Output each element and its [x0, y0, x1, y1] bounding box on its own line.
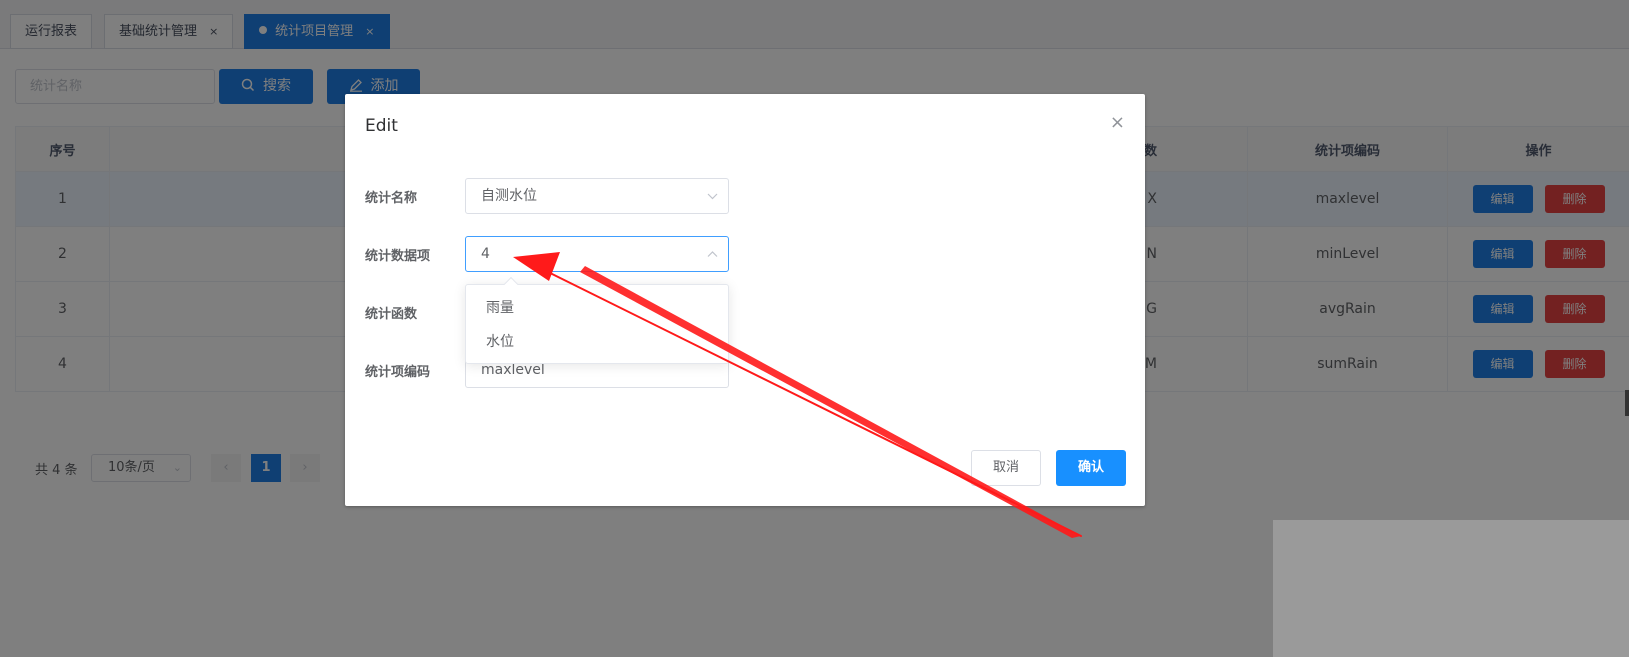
dropdown-option-rain[interactable]: 雨量 [466, 291, 728, 325]
cancel-button[interactable]: 取消 [971, 450, 1041, 486]
function-label: 统计函数 [365, 307, 418, 322]
name-label: 统计名称 [365, 191, 418, 206]
edit-dialog: Edit × 统计名称 自测水位 统计数据项 4 统计函数 统计项编码 maxl… [345, 94, 1145, 506]
app-root: 运行报表 基础统计管理 × 统计项目管理 × 统计名称 搜索 添加 序号 统计 … [0, 0, 1629, 657]
dropdown-option-water-level[interactable]: 水位 [466, 325, 728, 359]
chevron-down-icon [707, 179, 718, 227]
scroll-edge-marker [1625, 390, 1629, 416]
data-item-select[interactable]: 4 [465, 236, 729, 272]
close-icon[interactable]: × [1110, 112, 1125, 133]
code-label: 统计项编码 [365, 365, 431, 380]
name-select-value: 自测水位 [481, 188, 537, 204]
code-input-value: maxlevel [481, 362, 545, 378]
chevron-up-icon [707, 237, 718, 285]
data-item-dropdown: 雨量 水位 [465, 276, 729, 364]
dropdown-caret [503, 276, 519, 292]
confirm-button[interactable]: 确认 [1056, 450, 1126, 486]
dialog-title: Edit [365, 116, 398, 136]
name-select[interactable]: 自测水位 [465, 178, 729, 214]
data-item-label: 统计数据项 [365, 249, 431, 264]
data-item-select-value: 4 [481, 246, 490, 262]
floating-panel [1273, 520, 1629, 657]
